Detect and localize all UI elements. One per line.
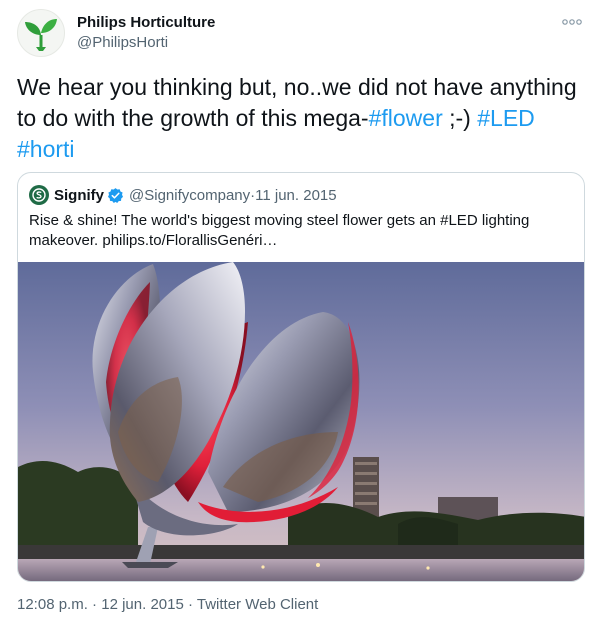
more-dots-icon	[562, 19, 582, 25]
tweet-text-emoticon: ;-)	[442, 105, 478, 131]
verified-badge-icon	[108, 187, 124, 203]
timestamp-separator-1: ·	[87, 596, 102, 613]
quoted-tweet-card[interactable]: Signify @Signifycompany · 11 jun. 2015 R…	[17, 172, 585, 582]
quoted-tweet-header: Signify @Signifycompany · 11 jun. 2015	[29, 185, 337, 205]
quoted-tweet-date[interactable]: 11 jun. 2015	[255, 187, 336, 204]
tweet-time[interactable]: 12:08 p.m.	[17, 596, 88, 613]
signify-logo-icon	[32, 188, 46, 202]
quoted-tweet-text: Rise & shine! The world's biggest moving…	[29, 212, 530, 249]
hashtag-flower-link[interactable]: #flower	[369, 105, 443, 131]
quoted-author-handle[interactable]: @Signifycompany	[129, 187, 250, 204]
tweet: Philips Horticulture @PhilipsHorti We he…	[0, 0, 600, 627]
author-avatar[interactable]	[17, 9, 65, 57]
tweet-date[interactable]: 12 jun. 2015	[101, 596, 184, 613]
floralis-generica-photo[interactable]	[18, 262, 585, 582]
timestamp-separator-2: ·	[183, 596, 197, 613]
hashtag-horti-link[interactable]: #horti	[17, 136, 75, 162]
tweet-text: We hear you thinking but, no..we did not…	[17, 72, 589, 165]
tweet-client[interactable]: Twitter Web Client	[197, 596, 318, 613]
hashtag-led-link[interactable]: #LED	[477, 105, 535, 131]
quoted-author-name[interactable]: Signify	[54, 187, 104, 204]
more-options-button[interactable]	[560, 12, 584, 32]
quoted-author-avatar[interactable]	[29, 185, 49, 205]
author-name[interactable]: Philips Horticulture	[77, 14, 215, 31]
tweet-timestamp: 12:08 p.m. · 12 jun. 2015 · Twitter Web …	[17, 596, 318, 613]
leaf-sprout-icon	[25, 19, 57, 51]
author-handle[interactable]: @PhilipsHorti	[77, 34, 168, 51]
